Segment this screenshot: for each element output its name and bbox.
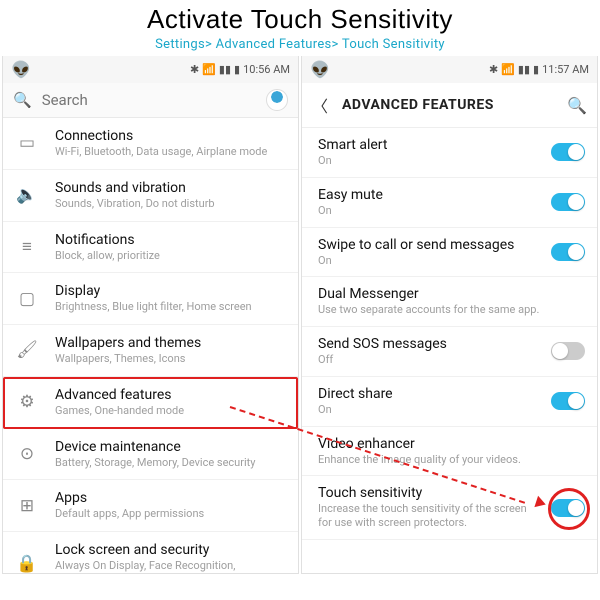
toggle-sos[interactable] bbox=[551, 342, 585, 360]
advanced-features-screen: 👽 ✱ 📶 ▮▮ ▮ 11:57 AM 〈 ADVANCED FEATURES … bbox=[301, 56, 598, 574]
sub: Increase the touch sensitivity of the sc… bbox=[318, 502, 541, 530]
status-bar-left: 👽 ✱ 📶 ▮▮ ▮ 10:56 AM bbox=[3, 56, 298, 83]
row-dual-messenger[interactable]: Dual MessengerUse two separate accounts … bbox=[302, 277, 597, 327]
label: Dual Messenger bbox=[318, 286, 585, 302]
toggle-smart-alert[interactable] bbox=[551, 143, 585, 161]
lock-icon: 🔒 bbox=[16, 554, 37, 574]
toggle-direct-share[interactable] bbox=[551, 392, 585, 410]
sub: On bbox=[318, 154, 541, 168]
sub: On bbox=[318, 403, 541, 417]
notifications-icon: ≡ bbox=[22, 237, 32, 257]
sub: Battery, Storage, Memory, Device securit… bbox=[55, 456, 286, 470]
adv-title: ADVANCED FEATURES bbox=[342, 97, 553, 113]
reddit-icon: 👽 bbox=[11, 60, 31, 79]
sub: Wallpapers, Themes, Icons bbox=[55, 352, 286, 366]
label: Easy mute bbox=[318, 187, 541, 203]
row-sos[interactable]: Send SOS messagesOff bbox=[302, 327, 597, 377]
toggle-easy-mute[interactable] bbox=[551, 193, 585, 211]
search-input[interactable] bbox=[42, 91, 256, 109]
sub: On bbox=[318, 204, 541, 218]
adv-header: 〈 ADVANCED FEATURES 🔍 bbox=[302, 83, 597, 128]
wifi-icon: 📶 bbox=[501, 63, 515, 76]
search-icon[interactable]: 🔍 bbox=[567, 96, 587, 115]
label: Apps bbox=[55, 490, 286, 506]
apps-icon: ⊞ bbox=[20, 496, 34, 516]
toggle-swipe-call[interactable] bbox=[551, 243, 585, 261]
label: Device maintenance bbox=[55, 439, 286, 455]
label: Video enhancer bbox=[318, 436, 585, 452]
row-swipe-call[interactable]: Swipe to call or send messagesOn bbox=[302, 228, 597, 278]
row-sounds[interactable]: 🔈 Sounds and vibrationSounds, Vibration,… bbox=[3, 170, 298, 222]
row-notifications[interactable]: ≡ NotificationsBlock, allow, prioritize bbox=[3, 222, 298, 274]
label: Connections bbox=[55, 128, 286, 144]
label: Advanced features bbox=[55, 387, 286, 403]
label: Lock screen and security bbox=[55, 542, 286, 558]
signal-icon: ▮▮ bbox=[518, 63, 530, 76]
sub: Games, One-handed mode bbox=[55, 404, 286, 418]
display-icon: ▢ bbox=[19, 289, 35, 309]
wallpaper-icon: 🖌 bbox=[16, 340, 38, 360]
avatar[interactable] bbox=[266, 89, 288, 111]
sub: Enhance the image quality of your videos… bbox=[318, 453, 585, 467]
signal-icon: ▮▮ bbox=[219, 63, 231, 76]
battery-icon: ▮ bbox=[234, 63, 240, 76]
reddit-icon: 👽 bbox=[310, 60, 330, 79]
label: Sounds and vibration bbox=[55, 180, 286, 196]
row-device-maintenance[interactable]: ⊙ Device maintenanceBattery, Storage, Me… bbox=[3, 429, 298, 481]
row-connections[interactable]: ▭ ConnectionsWi-Fi, Bluetooth, Data usag… bbox=[3, 118, 298, 170]
label: Send SOS messages bbox=[318, 336, 541, 352]
settings-screen: 👽 ✱ 📶 ▮▮ ▮ 10:56 AM 🔍 ▭ ConnectionsWi-Fi… bbox=[2, 56, 299, 574]
sub: Sounds, Vibration, Do not disturb bbox=[55, 197, 286, 211]
bluetooth-icon: ✱ bbox=[190, 63, 199, 76]
advanced-icon: ⚙ bbox=[19, 392, 34, 412]
sub: Always On Display, Face Recognition, Fin… bbox=[55, 559, 286, 574]
sub: Block, allow, prioritize bbox=[55, 249, 286, 263]
sound-icon: 🔈 bbox=[16, 185, 37, 205]
row-display[interactable]: ▢ DisplayBrightness, Blue light filter, … bbox=[3, 273, 298, 325]
sub: Use two separate accounts for the same a… bbox=[318, 303, 585, 317]
sub: On bbox=[318, 254, 541, 268]
connections-icon: ▭ bbox=[19, 133, 35, 153]
label: Notifications bbox=[55, 232, 286, 248]
label: Smart alert bbox=[318, 137, 541, 153]
label: Wallpapers and themes bbox=[55, 335, 286, 351]
clock-right: 11:57 AM bbox=[542, 63, 589, 76]
page-title: Activate Touch Sensitivity bbox=[0, 4, 600, 35]
search-row: 🔍 bbox=[3, 83, 298, 118]
row-touch-sensitivity[interactable]: Touch sensitivityIncrease the touch sens… bbox=[302, 476, 597, 540]
label: Touch sensitivity bbox=[318, 485, 541, 501]
toggle-touch-sensitivity[interactable] bbox=[551, 499, 585, 517]
row-lock-screen[interactable]: 🔒 Lock screen and securityAlways On Disp… bbox=[3, 532, 298, 574]
battery-icon: ▮ bbox=[533, 63, 539, 76]
sub: Default apps, App permissions bbox=[55, 507, 286, 521]
row-wallpapers[interactable]: 🖌 Wallpapers and themesWallpapers, Theme… bbox=[3, 325, 298, 377]
back-icon[interactable]: 〈 bbox=[312, 93, 328, 117]
sub: Wi-Fi, Bluetooth, Data usage, Airplane m… bbox=[55, 145, 286, 159]
search-icon: 🔍 bbox=[13, 91, 32, 109]
row-smart-alert[interactable]: Smart alertOn bbox=[302, 128, 597, 178]
row-easy-mute[interactable]: Easy muteOn bbox=[302, 178, 597, 228]
row-direct-share[interactable]: Direct shareOn bbox=[302, 377, 597, 427]
maintenance-icon: ⊙ bbox=[20, 444, 34, 464]
sub: Brightness, Blue light filter, Home scre… bbox=[55, 300, 286, 314]
clock-left: 10:56 AM bbox=[243, 63, 290, 76]
bluetooth-icon: ✱ bbox=[489, 63, 498, 76]
row-apps[interactable]: ⊞ AppsDefault apps, App permissions bbox=[3, 480, 298, 532]
label: Swipe to call or send messages bbox=[318, 237, 541, 253]
row-video-enhancer[interactable]: Video enhancerEnhance the image quality … bbox=[302, 427, 597, 477]
breadcrumb: Settings> Advanced Features> Touch Sensi… bbox=[0, 37, 600, 52]
wifi-icon: 📶 bbox=[202, 63, 216, 76]
row-advanced-features[interactable]: ⚙ Advanced featuresGames, One-handed mod… bbox=[3, 377, 298, 429]
label: Display bbox=[55, 283, 286, 299]
status-bar-right: 👽 ✱ 📶 ▮▮ ▮ 11:57 AM bbox=[302, 56, 597, 83]
sub: Off bbox=[318, 353, 541, 367]
label: Direct share bbox=[318, 386, 541, 402]
